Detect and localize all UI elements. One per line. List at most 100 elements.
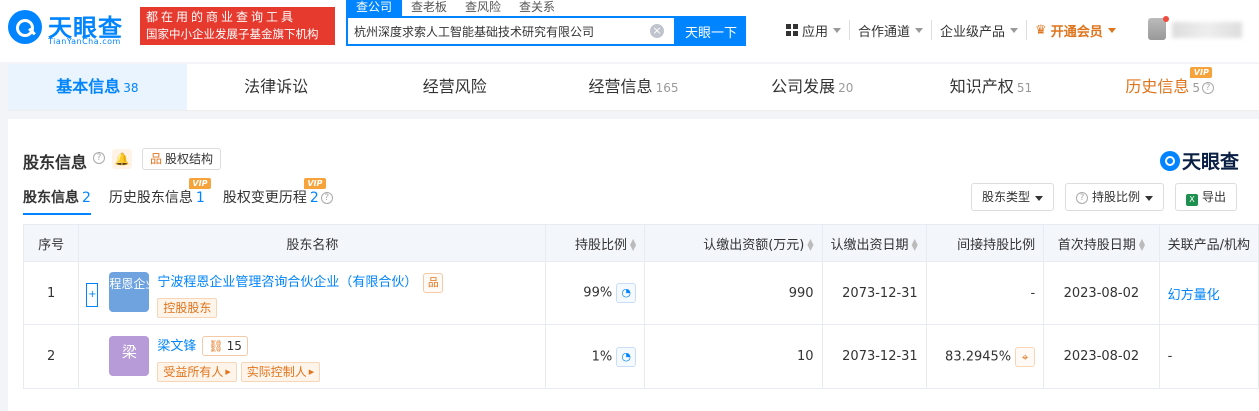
col-ratio[interactable]: 持股比例 ▲ ▼ <box>545 224 646 262</box>
sort-icon: ▲ ▼ <box>1138 237 1145 252</box>
excel-icon: X <box>1186 194 1198 206</box>
related-link[interactable]: 幻方量化 <box>1158 261 1259 325</box>
avatar: 程恩企业 <box>109 272 157 312</box>
logo[interactable]: 天眼查 TianYanCha.com <box>8 8 133 48</box>
export-label: 导出 <box>1202 190 1227 204</box>
top-header: 天眼查 TianYanCha.com 都在用的商业查询工具 国家中小企业发展子基… <box>0 0 1259 62</box>
pie-chart-icon[interactable]: ◔ <box>616 283 637 303</box>
caret-right-icon: ▶ <box>225 368 231 376</box>
chevron-down-icon <box>1145 196 1154 201</box>
subtab-equity-changes[interactable]: 股权变更历程 2? VIP <box>222 178 333 215</box>
tab-basic-info[interactable]: 基本信息 38 <box>8 64 187 110</box>
col-capital[interactable]: 认缴出资额(万元) ▲ ▼ <box>644 224 823 262</box>
nav-enterprise-label: 企业级产品 <box>940 24 1006 40</box>
tab-label: 知识产权 <box>949 77 1014 96</box>
org-chart-icon: 品 <box>150 152 163 166</box>
nav-apps-label: 应用 <box>802 24 829 40</box>
search-tab-company[interactable]: 查公司 <box>346 0 403 16</box>
vip-badge: VIP <box>188 178 211 189</box>
holder-tags: 受益所有人 ▶ 实际控制人 ▶ <box>157 361 324 382</box>
row-index: 1 <box>22 261 80 325</box>
subtab-count: 1 <box>195 190 205 206</box>
subtab-shareholders[interactable]: 股东信息 2 <box>23 187 91 215</box>
holder-cell: 梁 梁文锋 ⛓ 15 受益所有人 ▶ 实际控制人 ▶ <box>78 324 547 389</box>
holder-name-link[interactable]: 梁文锋 <box>157 339 196 354</box>
ratio-cell: 99% ◔ <box>545 261 646 325</box>
tab-development[interactable]: 公司发展 20 <box>723 64 902 110</box>
promo-banner[interactable]: 都在用的商业查询工具 国家中小企业发展子基金旗下机构 <box>140 7 335 45</box>
watermark-logo-icon <box>1159 150 1180 171</box>
holder-name-link[interactable]: 宁波程恩企业管理咨询合伙企业（有限合伙） <box>157 275 417 290</box>
bell-icon[interactable]: 🔔 <box>112 149 132 169</box>
tab-operating-risk[interactable]: 经营风险 <box>365 64 544 110</box>
tab-legal[interactable]: 法律诉讼 <box>187 64 366 110</box>
vip-badge: VIP <box>303 178 326 189</box>
tab-label: 公司发展 <box>771 77 836 96</box>
network-icon: ⛓ <box>208 339 224 353</box>
clear-icon[interactable]: × <box>650 24 664 38</box>
subtab-count: 2 <box>309 190 319 206</box>
holding-ratio-dropdown[interactable]: ? 持股比例 <box>1065 183 1165 211</box>
shareholder-card: 股东信息 ? 🔔 品股权结构 天眼查 股东信息 2 历史股东信息 1 VIP 股权变… <box>8 119 1259 411</box>
search-input[interactable] <box>348 18 638 44</box>
shareholder-sub-tabs: 股东信息 2 历史股东信息 1 VIP 股权变更历程 2? VIP <box>23 178 351 215</box>
tianyancha-watermark: 天眼查 <box>1159 147 1239 174</box>
org-chart-icon[interactable]: 品 <box>423 272 444 293</box>
tag-label: 受益所有人 <box>163 364 224 379</box>
shareholder-type-dropdown[interactable]: 股东类型 <box>971 183 1055 211</box>
col-capital-label: 认缴出资额(万元) <box>703 237 805 253</box>
search-button[interactable]: 天眼一下 <box>676 16 746 46</box>
tag-actual-controller[interactable]: 实际控制人 ▶ <box>240 361 321 382</box>
search-tab-risk[interactable]: 查风险 <box>456 0 510 16</box>
tab-operating-info[interactable]: 经营信息 165 <box>544 64 723 110</box>
date-cell: 2073-12-31 <box>821 261 927 325</box>
nav-apps[interactable]: 应用 <box>778 20 851 40</box>
ratio-cell: 1% ◔ <box>545 324 646 389</box>
crown-icon: ♛ <box>1035 22 1047 38</box>
search-type-tabs: 查公司 查老板 查风险 查关系 <box>346 0 564 16</box>
subtab-label: 股权变更历程 <box>222 190 307 206</box>
tag-label: 实际控制人 <box>246 364 307 379</box>
pie-chart-icon[interactable]: ◔ <box>616 346 637 367</box>
sort-icon: ▲ ▼ <box>911 237 918 252</box>
search-box: × <box>346 16 676 46</box>
tab-label: 基本信息 <box>56 77 121 96</box>
related-companies-badge[interactable]: ⛓ 15 <box>202 336 248 356</box>
export-button[interactable]: X 导出 <box>1175 183 1238 211</box>
tag-beneficial-owner[interactable]: 受益所有人 ▶ <box>157 361 237 382</box>
tab-count: 165 <box>655 81 679 95</box>
promo-line-2: 国家中小企业发展子基金旗下机构 <box>146 27 319 41</box>
col-date[interactable]: 认缴出资日期 ▲ ▼ <box>821 224 927 262</box>
tab-count: 38 <box>123 81 139 95</box>
capital-cell: 10 <box>644 324 823 389</box>
help-icon[interactable]: ? <box>1202 81 1214 94</box>
user-name-blurred[interactable] <box>1172 22 1242 38</box>
subtab-history-shareholders[interactable]: 历史股东信息 1 VIP <box>109 178 211 215</box>
help-icon[interactable]: ? <box>93 152 105 164</box>
help-icon[interactable]: ? <box>320 192 333 204</box>
tag-controlling: 控股股东 <box>157 298 218 318</box>
col-first-date[interactable]: 首次持股日期 ▲ ▼ <box>1043 224 1160 262</box>
indirect-value: 83.2945% <box>945 349 1012 364</box>
tab-label: 法律诉讼 <box>244 77 309 96</box>
search-tab-boss[interactable]: 查老板 <box>402 0 456 16</box>
nav-vip[interactable]: ♛ 开通会员 <box>1027 20 1124 40</box>
chevron-down-icon <box>1035 196 1044 201</box>
tab-history[interactable]: 历史信息 5? VIP <box>1080 64 1259 110</box>
nav-enterprise[interactable]: 企业级产品 <box>932 20 1028 40</box>
vip-badge: VIP <box>1190 67 1213 78</box>
tab-label: 经营信息 <box>588 77 653 96</box>
search-tab-relation[interactable]: 查关系 <box>510 0 564 16</box>
equity-structure-button[interactable]: 品股权结构 <box>142 148 222 170</box>
col-ratio-label: 持股比例 <box>575 237 628 253</box>
user-avatar[interactable] <box>1148 16 1169 40</box>
tab-ip[interactable]: 知识产权 51 <box>902 64 1081 110</box>
nav-channel[interactable]: 合作通道 <box>850 20 933 40</box>
holder-name-line: 宁波程恩企业管理咨询合伙企业（有限合伙） 品 <box>157 271 444 293</box>
equity-structure-label: 股权结构 <box>165 152 214 166</box>
dropdown-label: 股东类型 <box>982 190 1031 204</box>
chevron-down-icon <box>1010 27 1019 33</box>
help-icon: ? <box>1076 191 1088 204</box>
target-icon[interactable]: ⌖ <box>1015 346 1036 367</box>
expand-button[interactable]: + <box>86 283 99 307</box>
